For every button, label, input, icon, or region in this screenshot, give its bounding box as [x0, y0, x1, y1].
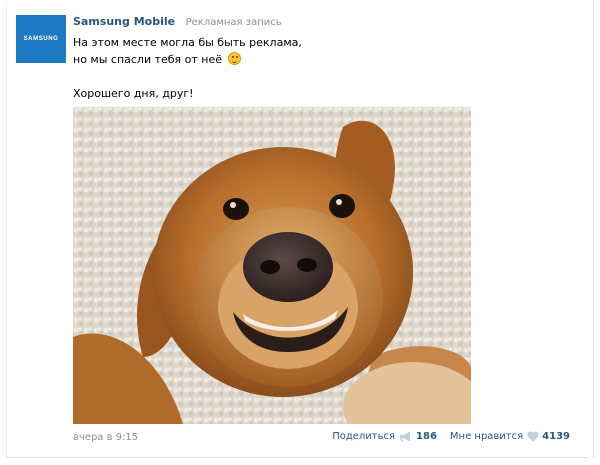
post-actions: Поделиться 186 Мне нравится 4139	[332, 431, 570, 442]
like-count: 4139	[542, 431, 570, 442]
post-header: Samsung Mobile Рекламная запись	[73, 15, 282, 28]
post-text-line: На этом месте могла бы быть реклама,	[73, 36, 302, 49]
post-text-line: Хорошего дня, друг!	[73, 87, 194, 100]
heart-icon	[527, 431, 539, 442]
post-timestamp[interactable]: вчера в 9:15	[73, 432, 138, 443]
post-text-line: но мы спасли тебя от неё	[73, 53, 223, 66]
post-photo[interactable]	[73, 107, 471, 424]
dog-photo-image	[73, 107, 471, 424]
ad-label: Рекламная запись	[185, 17, 282, 28]
like-button[interactable]: Мне нравится 4139	[450, 431, 570, 442]
megaphone-icon	[399, 431, 413, 442]
divider	[6, 457, 588, 458]
post-text-line-with-emoji: но мы спасли тебя от неё	[73, 51, 302, 68]
avatar[interactable]: SAMSUNG	[16, 15, 66, 63]
share-button[interactable]: Поделиться 186	[332, 431, 437, 442]
post-text-line	[73, 68, 302, 85]
avatar-logo-text: SAMSUNG	[23, 36, 59, 42]
post-text: На этом месте могла бы быть реклама, но …	[73, 34, 302, 102]
like-label: Мне нравится	[449, 431, 524, 442]
author-link[interactable]: Samsung Mobile	[73, 15, 175, 28]
share-label: Поделиться	[332, 431, 396, 442]
share-count: 186	[416, 431, 437, 442]
wink-smile-icon	[227, 52, 241, 65]
